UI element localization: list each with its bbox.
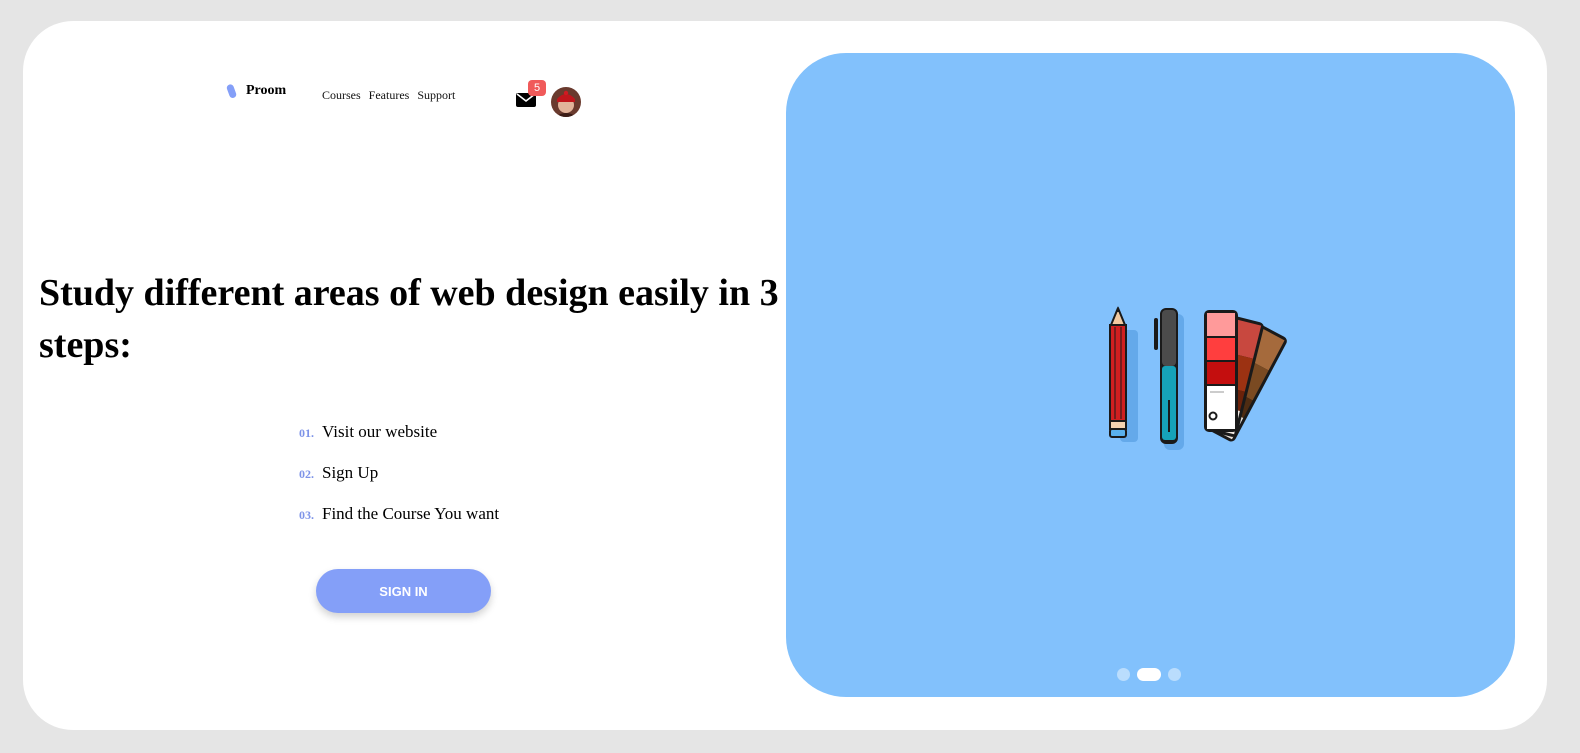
notification-badge: 5 (528, 80, 546, 96)
nav-item-support[interactable]: Support (417, 88, 455, 103)
list-item: 01. Visit our website (299, 422, 499, 463)
sign-in-button[interactable]: SIGN IN (316, 569, 491, 613)
user-avatar[interactable] (551, 87, 581, 117)
step-text: Sign Up (322, 463, 379, 482)
nav-item-features[interactable]: Features (369, 88, 410, 103)
carousel-dots (1117, 668, 1181, 681)
carousel-dot-2[interactable] (1137, 668, 1161, 681)
design-tools-illustration (1109, 306, 1287, 450)
carousel-dot-3[interactable] (1168, 668, 1181, 681)
carousel-dot-1[interactable] (1117, 668, 1130, 681)
color-swatch-fan-icon (1204, 310, 1287, 442)
logo-mark-icon (226, 84, 237, 98)
step-text: Find the Course You want (322, 504, 500, 523)
marker-pen-icon (1154, 308, 1184, 450)
list-item: 03. Find the Course You want (299, 504, 499, 545)
nav-item-courses[interactable]: Courses (322, 88, 361, 103)
step-text: Visit our website (322, 422, 438, 441)
step-number: 01. (299, 426, 314, 440)
step-number: 03. (299, 508, 314, 522)
main-nav: Courses Features Support (322, 88, 455, 103)
main-card: Proom Courses Features Support 5 Study d… (23, 21, 1547, 730)
step-number: 02. (299, 467, 314, 481)
steps-list: 01. Visit our website 02. Sign Up 03. Fi… (299, 422, 499, 545)
brand-name: Proom (246, 83, 287, 98)
hero-image-panel (786, 53, 1515, 697)
pencil-icon (1109, 306, 1138, 442)
page-headline: Study different areas of web design easi… (39, 272, 779, 366)
brand-logo[interactable]: Proom (226, 83, 286, 99)
list-item: 02. Sign Up (299, 463, 499, 504)
